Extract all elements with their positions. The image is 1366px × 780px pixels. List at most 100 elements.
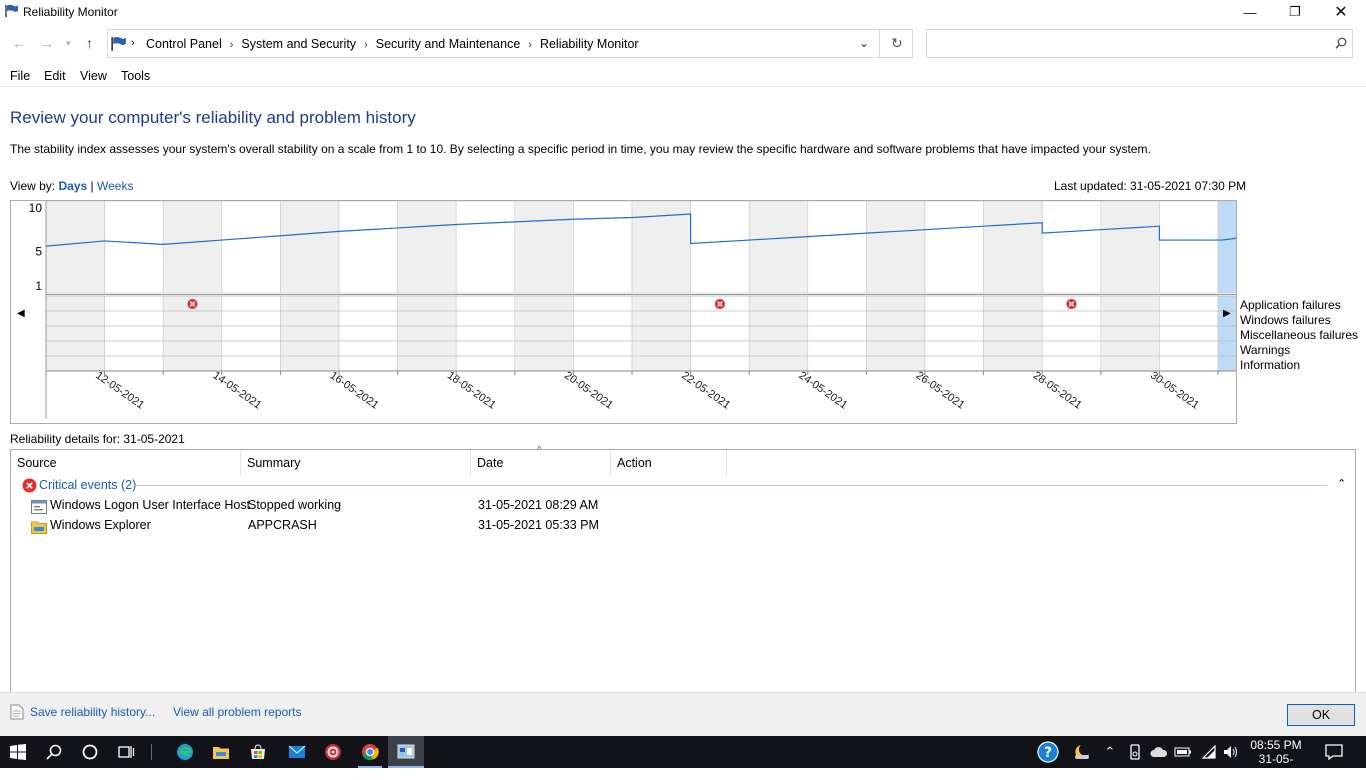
notifications-button[interactable] <box>1316 736 1352 768</box>
menu-file[interactable]: File <box>10 69 30 83</box>
search-input[interactable] <box>931 34 1321 53</box>
day-column[interactable] <box>397 200 457 294</box>
day-column[interactable] <box>748 200 809 294</box>
view-all-reports-link[interactable]: View all problem reports <box>173 705 302 719</box>
x-tick-label: 16-05-2021 <box>328 370 381 412</box>
close-button[interactable]: ✕ <box>1318 0 1364 24</box>
row-source: Windows Logon User Interface Host <box>50 498 251 512</box>
group-critical-events[interactable]: Critical events (2) ⌃ <box>11 476 1346 496</box>
weather-tray-button[interactable] <box>1064 736 1100 768</box>
day-column[interactable] <box>104 200 164 294</box>
chrome-button[interactable] <box>352 736 388 768</box>
day-column[interactable] <box>455 200 516 294</box>
search-icon[interactable] <box>1335 37 1347 49</box>
day-column[interactable] <box>1159 200 1219 294</box>
refresh-icon[interactable]: ↻ <box>891 35 903 52</box>
day-events-column[interactable] <box>397 295 457 372</box>
task-view-button[interactable] <box>108 736 144 768</box>
day-events-column[interactable] <box>45 295 105 372</box>
day-events-column[interactable] <box>748 295 809 372</box>
day-column[interactable] <box>924 200 984 294</box>
maximize-button[interactable]: ❐ <box>1272 0 1318 24</box>
day-column[interactable] <box>45 200 105 294</box>
column-source[interactable]: Source <box>11 450 241 476</box>
recent-locations-icon[interactable]: ▾ <box>66 38 71 49</box>
back-arrow-icon[interactable]: ← <box>12 35 26 51</box>
search-taskbar-button[interactable] <box>36 736 72 768</box>
day-column[interactable] <box>514 200 574 294</box>
search-box[interactable] <box>926 29 1353 58</box>
day-column[interactable] <box>690 200 750 294</box>
forward-arrow-icon[interactable]: → <box>40 35 54 51</box>
start-button[interactable] <box>0 736 36 768</box>
menu-view[interactable]: View <box>80 69 107 83</box>
minimize-button[interactable]: — <box>1227 0 1273 24</box>
day-events-column[interactable] <box>983 295 1043 372</box>
day-column[interactable] <box>807 200 867 294</box>
reliability-chart[interactable]: 10 5 1 12-05-2021 14-05-2021 16-05-2021 18-05-… <box>10 200 1278 424</box>
cortana-button[interactable] <box>72 736 108 768</box>
column-action[interactable]: Action <box>611 450 727 476</box>
day-events-column[interactable] <box>221 295 281 372</box>
ok-button[interactable]: OK <box>1287 704 1355 726</box>
scroll-left-icon[interactable]: ◀ <box>17 308 25 319</box>
breadcrumb-reliability-monitor[interactable]: Reliability Monitor <box>540 37 639 51</box>
day-events-column[interactable] <box>104 295 164 372</box>
day-column[interactable] <box>866 200 926 294</box>
day-column[interactable] <box>162 200 223 294</box>
day-events-column[interactable] <box>924 295 984 372</box>
day-column[interactable] <box>221 200 281 294</box>
day-events-column[interactable] <box>514 295 574 372</box>
column-summary[interactable]: Summary <box>241 450 471 476</box>
day-events-column[interactable] <box>807 295 867 372</box>
mail-button[interactable] <box>279 736 315 768</box>
edge-button[interactable] <box>167 736 203 768</box>
security-app-button[interactable] <box>315 736 351 768</box>
day-column[interactable] <box>983 200 1043 294</box>
breadcrumb-control-panel[interactable]: Control Panel <box>146 37 222 51</box>
day-events-column[interactable] <box>631 295 691 372</box>
day-events-column[interactable] <box>1159 295 1219 372</box>
menu-tools[interactable]: Tools <box>121 69 150 83</box>
day-events-column[interactable] <box>455 295 516 372</box>
day-column[interactable] <box>573 200 633 294</box>
breadcrumb-security-maintenance[interactable]: Security and Maintenance <box>376 37 521 51</box>
store-button[interactable] <box>240 736 276 768</box>
file-explorer-button[interactable] <box>203 736 239 768</box>
onedrive-tray-button[interactable] <box>1146 736 1172 768</box>
view-weeks-link[interactable]: Weeks <box>97 179 133 193</box>
save-history-link[interactable]: Save reliability history... <box>30 705 155 719</box>
task-view-icon <box>118 746 135 758</box>
up-arrow-icon[interactable]: ↑ <box>86 35 93 51</box>
device-tray-button[interactable] <box>1122 736 1148 768</box>
reliability-monitor-taskbar-button[interactable] <box>388 736 424 768</box>
day-events-column[interactable] <box>338 295 398 372</box>
menu-edit[interactable]: Edit <box>44 69 66 83</box>
help-tray-button[interactable]: ? <box>1030 736 1066 768</box>
day-events-column[interactable] <box>573 295 633 372</box>
day-column[interactable] <box>338 200 398 294</box>
day-column[interactable] <box>1041 200 1102 294</box>
minimize-icon: — <box>1243 4 1257 20</box>
collapse-chevron-icon[interactable]: ⌃ <box>1337 477 1346 490</box>
table-row[interactable]: Windows Logon User Interface Host Stoppe… <box>11 496 1341 516</box>
battery-tray-button[interactable] <box>1170 736 1196 768</box>
day-events-column[interactable] <box>1100 295 1160 372</box>
chart-svg[interactable]: 10 5 1 12-05-2021 14-05-2021 16-05-2021 18-05-… <box>11 200 1278 423</box>
show-hidden-icons-button[interactable]: ⌃ <box>1096 736 1124 768</box>
row-summary: Stopped working <box>248 498 342 512</box>
taskbar-clock[interactable]: 08:55 PM 31-05-2021 <box>1247 738 1305 780</box>
table-row[interactable]: Windows Explorer APPCRASH 31-05-2021 05:… <box>11 516 1341 536</box>
breadcrumb-system-security[interactable]: System and Security <box>241 37 356 51</box>
address-bar[interactable]: › Control Panel › System and Security › Secu… <box>107 29 913 58</box>
x-tick-label: 26-05-2021 <box>914 370 967 412</box>
day-events-column[interactable] <box>280 295 340 372</box>
day-column[interactable] <box>280 200 340 294</box>
view-days-link[interactable]: Days <box>58 179 87 193</box>
day-events-column[interactable] <box>866 295 926 372</box>
volume-tray-button[interactable] <box>1218 736 1244 768</box>
selected-day-column[interactable] <box>1217 200 1277 294</box>
address-dropdown-icon[interactable]: ⌄ <box>859 36 869 50</box>
day-column[interactable] <box>1100 200 1160 294</box>
scroll-right-icon[interactable]: ▶ <box>1223 308 1231 319</box>
